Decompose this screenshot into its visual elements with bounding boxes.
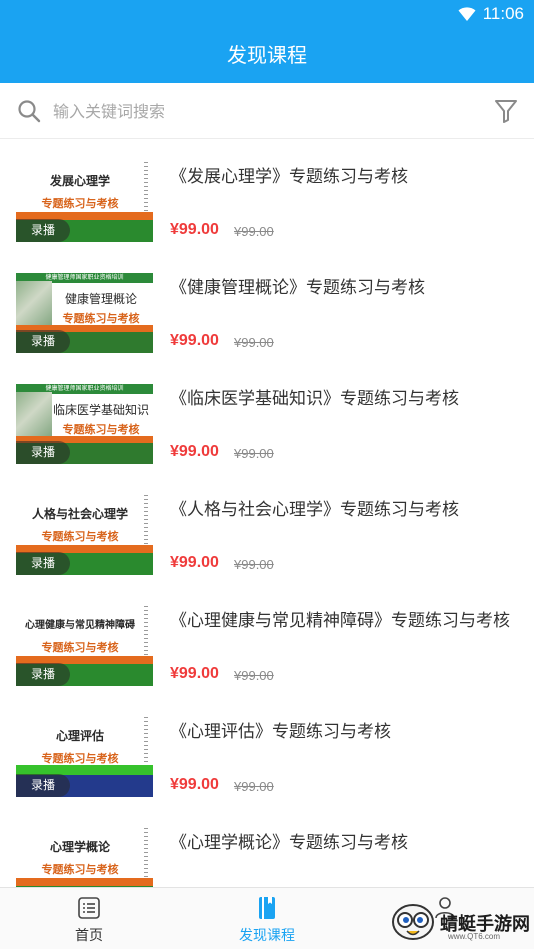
- course-price: ¥99.00: [170, 332, 219, 349]
- cover-subtitle: 专题练习与考核: [41, 752, 119, 765]
- cover-subtitle: 专题练习与考核: [41, 197, 119, 210]
- original-price: ¥99.00: [234, 557, 274, 572]
- tab-home[interactable]: 首页: [0, 888, 178, 949]
- dragonfly-logo-icon: [392, 904, 434, 940]
- watermark-url: www.QT6.com: [448, 932, 501, 941]
- wifi-icon: [458, 7, 476, 21]
- filter-icon[interactable]: [494, 98, 518, 124]
- course-title[interactable]: 《发展心理学》专题练习与考核: [170, 162, 408, 187]
- recorded-badge: 录播: [16, 552, 70, 575]
- original-price: ¥99.00: [234, 446, 274, 461]
- course-item[interactable]: 健康管理师国家职业资格培训 健康管理概论 专题练习与考核 录播 《健康管理概论》…: [0, 251, 534, 362]
- search-icon[interactable]: [17, 99, 41, 123]
- course-title[interactable]: 《临床医学基础知识》专题练习与考核: [170, 384, 459, 409]
- course-price: ¥99.00: [170, 665, 219, 682]
- course-title[interactable]: 《心理健康与常见精神障碍》专题练习与考核: [170, 606, 510, 631]
- cover-title: 心理学概论: [49, 840, 110, 854]
- course-price: ¥99.00: [170, 221, 219, 238]
- status-time: 11:06: [482, 4, 524, 23]
- course-price: ¥99.00: [170, 443, 219, 460]
- recorded-badge: 录播: [16, 219, 70, 242]
- original-price: ¥99.00: [234, 335, 274, 350]
- search-input[interactable]: [53, 95, 473, 127]
- original-price: ¥99.00: [234, 668, 274, 683]
- tab-label: 发现课程: [239, 928, 295, 944]
- course-title[interactable]: 《健康管理概论》专题练习与考核: [170, 273, 425, 298]
- cover-title: 发展心理学: [49, 174, 110, 188]
- course-item[interactable]: 人格与社会心理学 专题练习与考核 录播 《人格与社会心理学》专题练习与考核 ¥9…: [0, 473, 534, 584]
- course-item[interactable]: 健康管理师国家职业资格培训 临床医学基础知识 专题练习与考核 录播 《临床医学基…: [0, 362, 534, 473]
- course-item[interactable]: 心理评估 专题练习与考核 录播 《心理评估》专题练习与考核 ¥99.00 ¥99…: [0, 695, 534, 806]
- course-title[interactable]: 《人格与社会心理学》专题练习与考核: [170, 495, 459, 520]
- tab-label: 首页: [75, 928, 103, 944]
- course-list: 发展心理学 专题练习与考核 录播 《发展心理学》专题练习与考核 ¥99.00 ¥…: [0, 140, 534, 887]
- course-item[interactable]: 心理学概论 专题练习与考核 《心理学概论》专题练习与考核: [0, 806, 534, 887]
- course-title[interactable]: 《心理学概论》专题练习与考核: [170, 828, 408, 853]
- course-item[interactable]: 心理健康与常见精神障碍 专题练习与考核 录播 《心理健康与常见精神障碍》专题练习…: [0, 584, 534, 695]
- cover-subtitle: 专题练习与考核: [41, 641, 119, 654]
- tab-discover-courses[interactable]: 发现课程: [178, 888, 356, 949]
- original-price: ¥99.00: [234, 224, 274, 239]
- cover-subtitle: 专题练习与考核: [62, 312, 140, 325]
- course-title[interactable]: 《心理评估》专题练习与考核: [170, 717, 391, 742]
- recorded-badge: 录播: [16, 774, 70, 797]
- cover-title: 人格与社会心理学: [31, 507, 128, 521]
- cover-subtitle: 专题练习与考核: [41, 863, 119, 876]
- recorded-badge: 录播: [16, 330, 70, 353]
- recorded-badge: 录播: [16, 441, 70, 464]
- cover-title: 临床医学基础知识: [52, 403, 149, 417]
- book-icon: [259, 897, 275, 919]
- cover-subtitle: 专题练习与考核: [41, 530, 119, 543]
- course-price: ¥99.00: [170, 554, 219, 571]
- cover-title: 心理评估: [55, 729, 104, 743]
- page-title: 发现课程: [0, 28, 534, 83]
- watermark: 蜻蜓手游网 www.QT6.com: [388, 890, 534, 948]
- cover-title: 心理健康与常见精神障碍: [25, 620, 135, 631]
- cover-title: 健康管理概论: [64, 292, 137, 306]
- recorded-badge: 录播: [16, 663, 70, 686]
- course-cover: 心理学概论 专题练习与考核: [16, 826, 153, 887]
- course-item[interactable]: 发展心理学 专题练习与考核 录播 《发展心理学》专题练习与考核 ¥99.00 ¥…: [0, 140, 534, 251]
- cover-subtitle: 专题练习与考核: [62, 423, 140, 436]
- status-bar: 11:06: [0, 0, 534, 28]
- search-bar: [0, 83, 534, 139]
- list-icon: [78, 897, 100, 919]
- course-price: ¥99.00: [170, 776, 219, 793]
- original-price: ¥99.00: [234, 779, 274, 794]
